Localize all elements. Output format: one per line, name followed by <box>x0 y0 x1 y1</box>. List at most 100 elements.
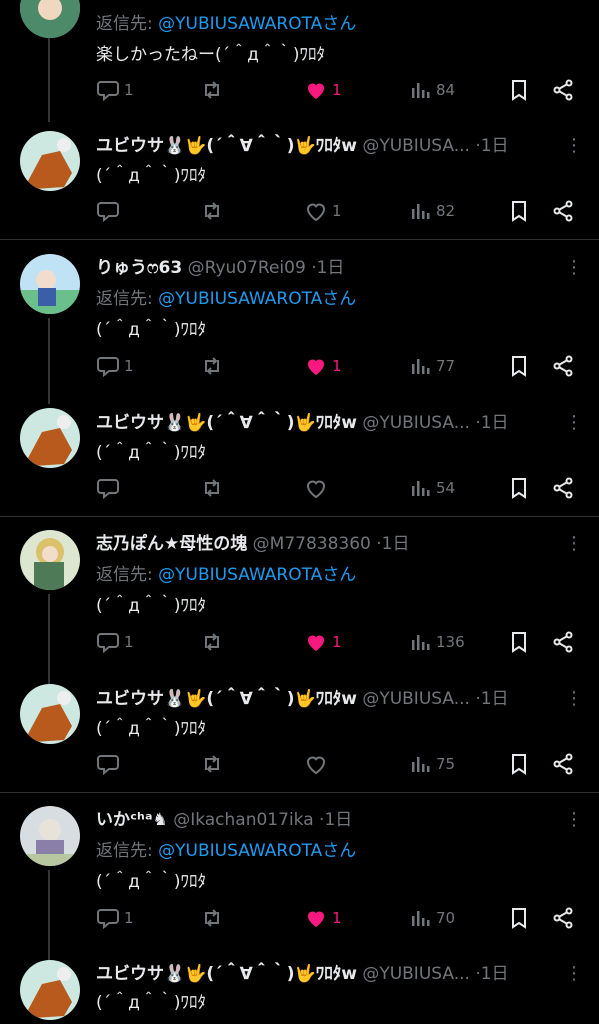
avatar[interactable] <box>20 960 80 1020</box>
response-post[interactable]: ユビウサ🐰🤟(´＾∀＾｀)🤟ﾜﾛﾀw @YUBIUSA... ·1日 (´＾д＾… <box>0 131 599 239</box>
more-icon[interactable] <box>565 806 579 834</box>
display-name[interactable]: 志乃ぽん★母性の塊 <box>96 534 247 554</box>
post-time[interactable]: 1日 <box>481 136 509 156</box>
reply-post[interactable]: 返信先: @YUBIUSAWAROTAさん 楽しかったねー(´＾д＾｀)ﾜﾛﾀ … <box>0 0 599 128</box>
display-name[interactable]: いかᶜʰᵃ♞ <box>96 810 168 830</box>
post-time[interactable]: 1日 <box>481 964 509 984</box>
response-post[interactable]: ユビウサ🐰🤟(´＾∀＾｀)🤟ﾜﾛﾀw @YUBIUSA... ·1日 (´＾д＾… <box>0 408 599 516</box>
retweet-button[interactable] <box>200 627 224 657</box>
avatar[interactable] <box>20 0 80 38</box>
views-count: 54 <box>436 479 456 497</box>
like-button[interactable]: 1 <box>304 75 342 105</box>
more-icon[interactable] <box>565 409 579 437</box>
views-button[interactable]: 54 <box>408 473 455 503</box>
share-button[interactable] <box>551 351 575 381</box>
like-button[interactable]: 1 <box>304 627 342 657</box>
post-time[interactable]: 1日 <box>317 258 345 278</box>
post-time[interactable]: 1日 <box>481 413 509 433</box>
user-handle[interactable]: @YUBIUSA... <box>362 136 470 156</box>
views-button[interactable]: 75 <box>408 749 455 779</box>
reply-button[interactable]: 1 <box>96 903 134 933</box>
reply-post[interactable]: 志乃ぽん★母性の塊 @M77838360 ·1日 返信先: @YUBIUSAWA… <box>0 530 599 670</box>
reply-button[interactable] <box>96 749 120 779</box>
retweet-button[interactable] <box>200 749 224 779</box>
share-button[interactable] <box>551 903 575 933</box>
like-button[interactable]: 1 <box>304 196 342 226</box>
avatar[interactable] <box>20 254 80 314</box>
like-count: 1 <box>332 202 342 220</box>
like-button[interactable] <box>304 749 328 779</box>
views-button[interactable]: 70 <box>408 903 455 933</box>
bookmark-button[interactable] <box>507 75 531 105</box>
post-time[interactable]: 1日 <box>481 689 509 709</box>
retweet-button[interactable] <box>200 351 224 381</box>
bookmark-button[interactable] <box>507 473 531 503</box>
bookmark-button[interactable] <box>507 903 531 933</box>
views-button[interactable]: 77 <box>408 351 455 381</box>
bookmark-button[interactable] <box>507 196 531 226</box>
user-handle[interactable]: @M77838360 <box>253 534 371 554</box>
more-icon[interactable] <box>565 960 579 988</box>
avatar[interactable] <box>20 131 80 191</box>
display-name[interactable]: ユビウサ🐰🤟(´＾∀＾｀)🤟ﾜﾛﾀw <box>96 964 357 984</box>
bookmark-button[interactable] <box>507 627 531 657</box>
post-header: ユビウサ🐰🤟(´＾∀＾｀)🤟ﾜﾛﾀw @YUBIUSA... ·1日 <box>96 685 549 713</box>
avatar[interactable] <box>20 408 80 468</box>
reply-to-target[interactable]: @YUBIUSAWAROTAさん <box>158 289 356 309</box>
reply-post[interactable]: りゅうෆ63 @Ryu07Rei09 ·1日 返信先: @YUBIUSAWARO… <box>0 254 599 394</box>
reply-button[interactable] <box>96 473 120 503</box>
avatar[interactable] <box>20 684 80 744</box>
retweet-button[interactable] <box>200 473 224 503</box>
user-handle[interactable]: @YUBIUSA... <box>362 964 470 984</box>
avatar[interactable] <box>20 806 80 866</box>
reply-to-prefix: 返信先: <box>96 841 153 861</box>
display-name[interactable]: りゅうෆ63 <box>96 258 182 278</box>
user-handle[interactable]: @Ryu07Rei09 <box>188 258 306 278</box>
views-count: 84 <box>436 81 456 99</box>
user-handle[interactable]: @YUBIUSA... <box>362 689 470 709</box>
share-button[interactable] <box>551 75 575 105</box>
display-name[interactable]: ユビウサ🐰🤟(´＾∀＾｀)🤟ﾜﾛﾀw <box>96 689 357 709</box>
like-button[interactable]: 1 <box>304 351 342 381</box>
user-handle[interactable]: @Ikachan017ika <box>173 810 313 830</box>
display-name[interactable]: ユビウサ🐰🤟(´＾∀＾｀)🤟ﾜﾛﾀw <box>96 136 357 156</box>
post-time[interactable]: 1日 <box>324 810 352 830</box>
share-button[interactable] <box>551 473 575 503</box>
views-button[interactable]: 82 <box>408 196 455 226</box>
avatar[interactable] <box>20 530 80 590</box>
reply-to-prefix: 返信先: <box>96 14 153 34</box>
retweet-button[interactable] <box>200 196 224 226</box>
reply-post[interactable]: いかᶜʰᵃ♞ @Ikachan017ika ·1日 返信先: @YUBIUSAW… <box>0 806 599 946</box>
like-button[interactable] <box>304 473 328 503</box>
bookmark-button[interactable] <box>507 351 531 381</box>
user-handle[interactable]: @YUBIUSA... <box>362 413 470 433</box>
post-header: りゅうෆ63 @Ryu07Rei09 ·1日 <box>96 254 549 282</box>
views-button[interactable]: 136 <box>408 627 465 657</box>
more-icon[interactable] <box>565 685 579 713</box>
views-button[interactable]: 84 <box>408 75 455 105</box>
more-icon[interactable] <box>565 132 579 160</box>
display-name[interactable]: ユビウサ🐰🤟(´＾∀＾｀)🤟ﾜﾛﾀw <box>96 413 357 433</box>
reply-to-target[interactable]: @YUBIUSAWAROTAさん <box>158 14 356 34</box>
more-icon[interactable] <box>565 530 579 558</box>
bookmark-icon <box>512 80 526 101</box>
share-button[interactable] <box>551 627 575 657</box>
more-icon[interactable] <box>565 254 579 282</box>
reply-count: 1 <box>124 633 134 651</box>
reply-button[interactable]: 1 <box>96 75 134 105</box>
retweet-button[interactable] <box>200 903 224 933</box>
response-post[interactable]: ユビウサ🐰🤟(´＾∀＾｀)🤟ﾜﾛﾀw @YUBIUSA... ·1日 (´＾д＾… <box>0 960 599 1024</box>
post-text: (´＾д＾｀)ﾜﾛﾀ <box>96 993 207 1013</box>
retweet-button[interactable] <box>200 75 224 105</box>
reply-button[interactable] <box>96 196 120 226</box>
share-button[interactable] <box>551 196 575 226</box>
post-time[interactable]: 1日 <box>382 534 410 554</box>
reply-button[interactable]: 1 <box>96 351 134 381</box>
reply-button[interactable]: 1 <box>96 627 134 657</box>
share-button[interactable] <box>551 749 575 779</box>
reply-to-target[interactable]: @YUBIUSAWAROTAさん <box>158 565 356 585</box>
response-post[interactable]: ユビウサ🐰🤟(´＾∀＾｀)🤟ﾜﾛﾀw @YUBIUSA... ·1日 (´＾д＾… <box>0 684 599 792</box>
reply-to-target[interactable]: @YUBIUSAWAROTAさん <box>158 841 356 861</box>
bookmark-button[interactable] <box>507 749 531 779</box>
like-button[interactable]: 1 <box>304 903 342 933</box>
